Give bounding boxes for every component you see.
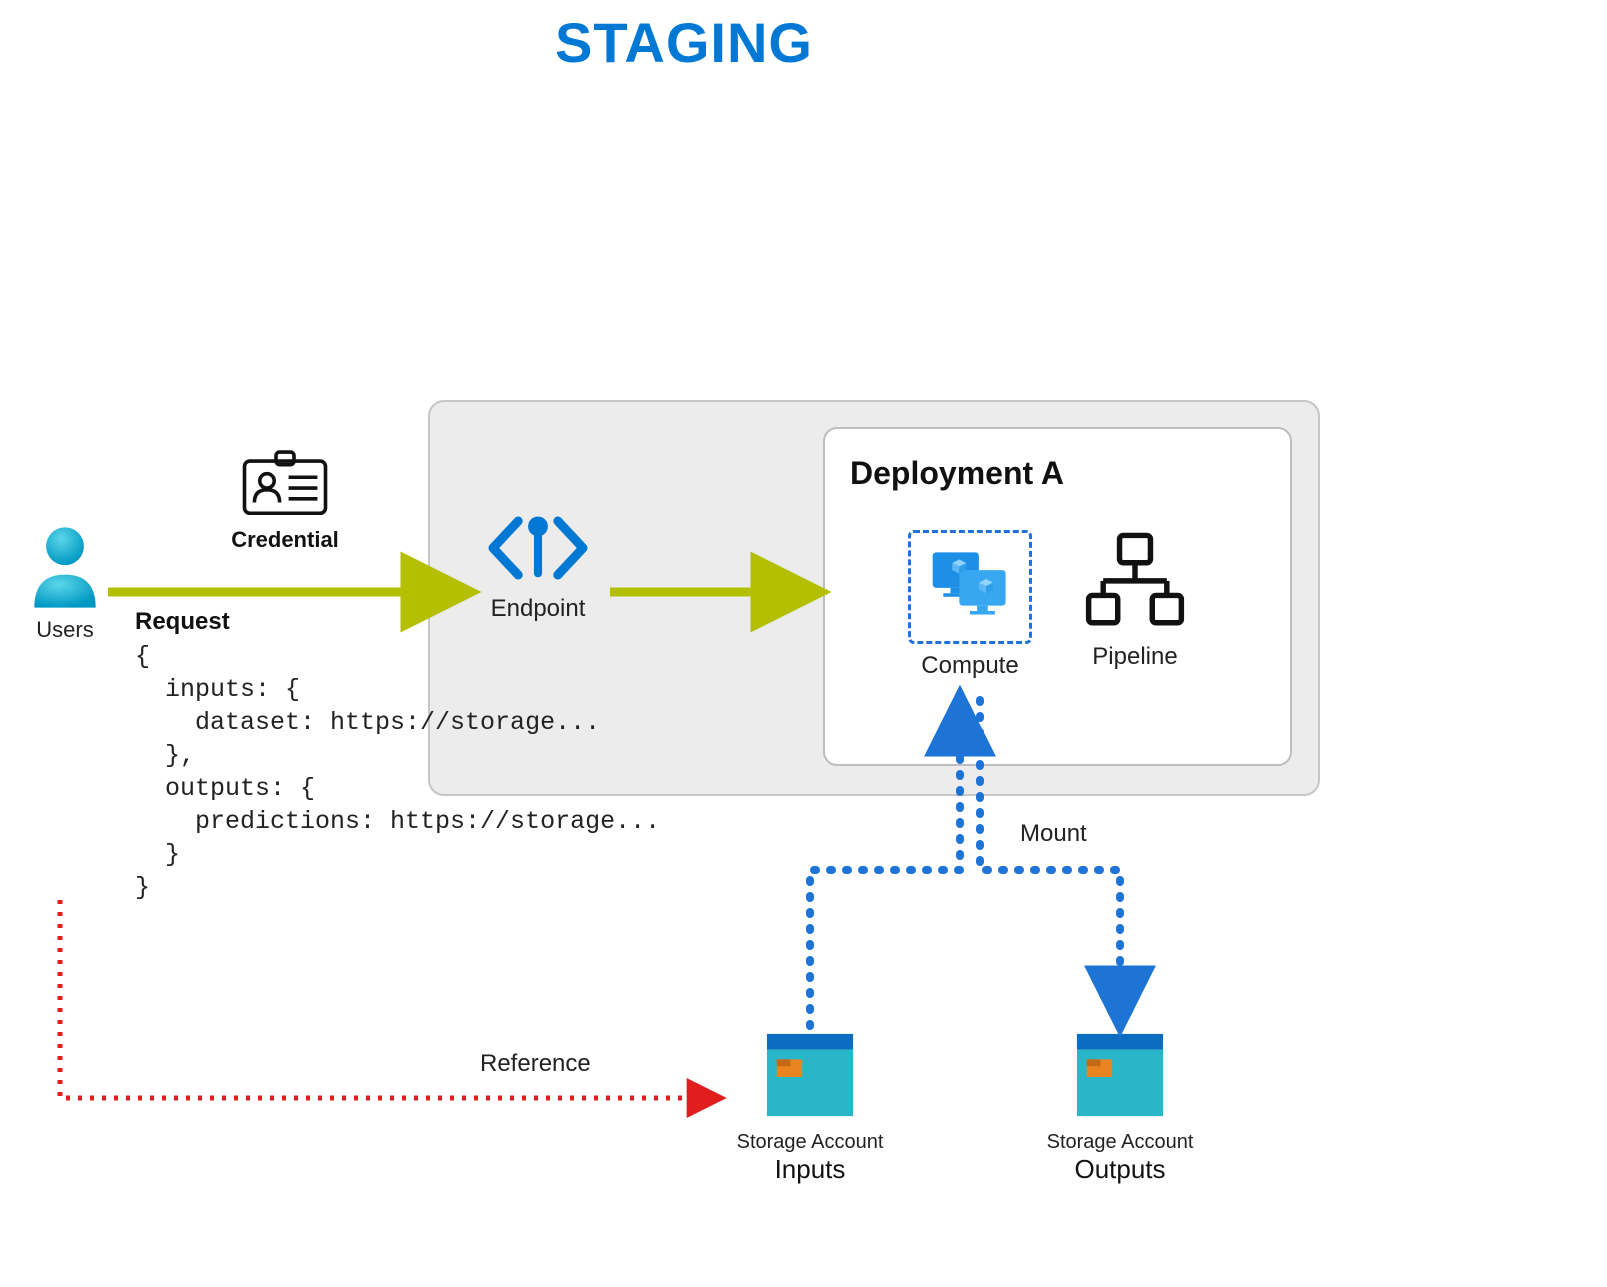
users-block: Users — [25, 525, 105, 643]
pipeline-label: Pipeline — [1075, 643, 1195, 671]
reference-label: Reference — [480, 1050, 591, 1078]
mount-label: Mount — [1020, 820, 1087, 848]
credential-icon — [240, 505, 330, 522]
storage-outputs-bottom: Outputs — [1035, 1154, 1205, 1185]
endpoint-label: Endpoint — [478, 595, 598, 623]
credential-block: Credential — [230, 450, 340, 553]
endpoint-block: Endpoint — [478, 512, 598, 623]
storage-outputs-block: Storage Account Outputs — [1035, 1030, 1205, 1185]
compute-icon — [908, 530, 1032, 644]
connector-reference — [60, 900, 720, 1098]
credential-label: Credential — [230, 527, 340, 553]
pipeline-block: Pipeline — [1075, 530, 1195, 671]
request-json: { inputs: { dataset: https://storage... … — [135, 640, 660, 904]
storage-inputs-bottom: Inputs — [725, 1154, 895, 1185]
storage-icon — [1071, 1109, 1169, 1126]
user-icon — [29, 597, 101, 614]
compute-block: Compute — [905, 530, 1035, 680]
storage-inputs-top: Storage Account — [725, 1131, 895, 1154]
request-title: Request — [135, 608, 230, 636]
users-label: Users — [25, 617, 105, 643]
endpoint-icon — [483, 571, 593, 588]
page-title: STAGING — [555, 10, 813, 75]
storage-inputs-block: Storage Account Inputs — [725, 1030, 895, 1185]
pipeline-icon — [1085, 617, 1185, 634]
storage-outputs-top: Storage Account — [1035, 1131, 1205, 1154]
compute-label: Compute — [905, 652, 1035, 680]
deployment-title: Deployment A — [850, 455, 1064, 492]
storage-icon — [761, 1109, 859, 1126]
